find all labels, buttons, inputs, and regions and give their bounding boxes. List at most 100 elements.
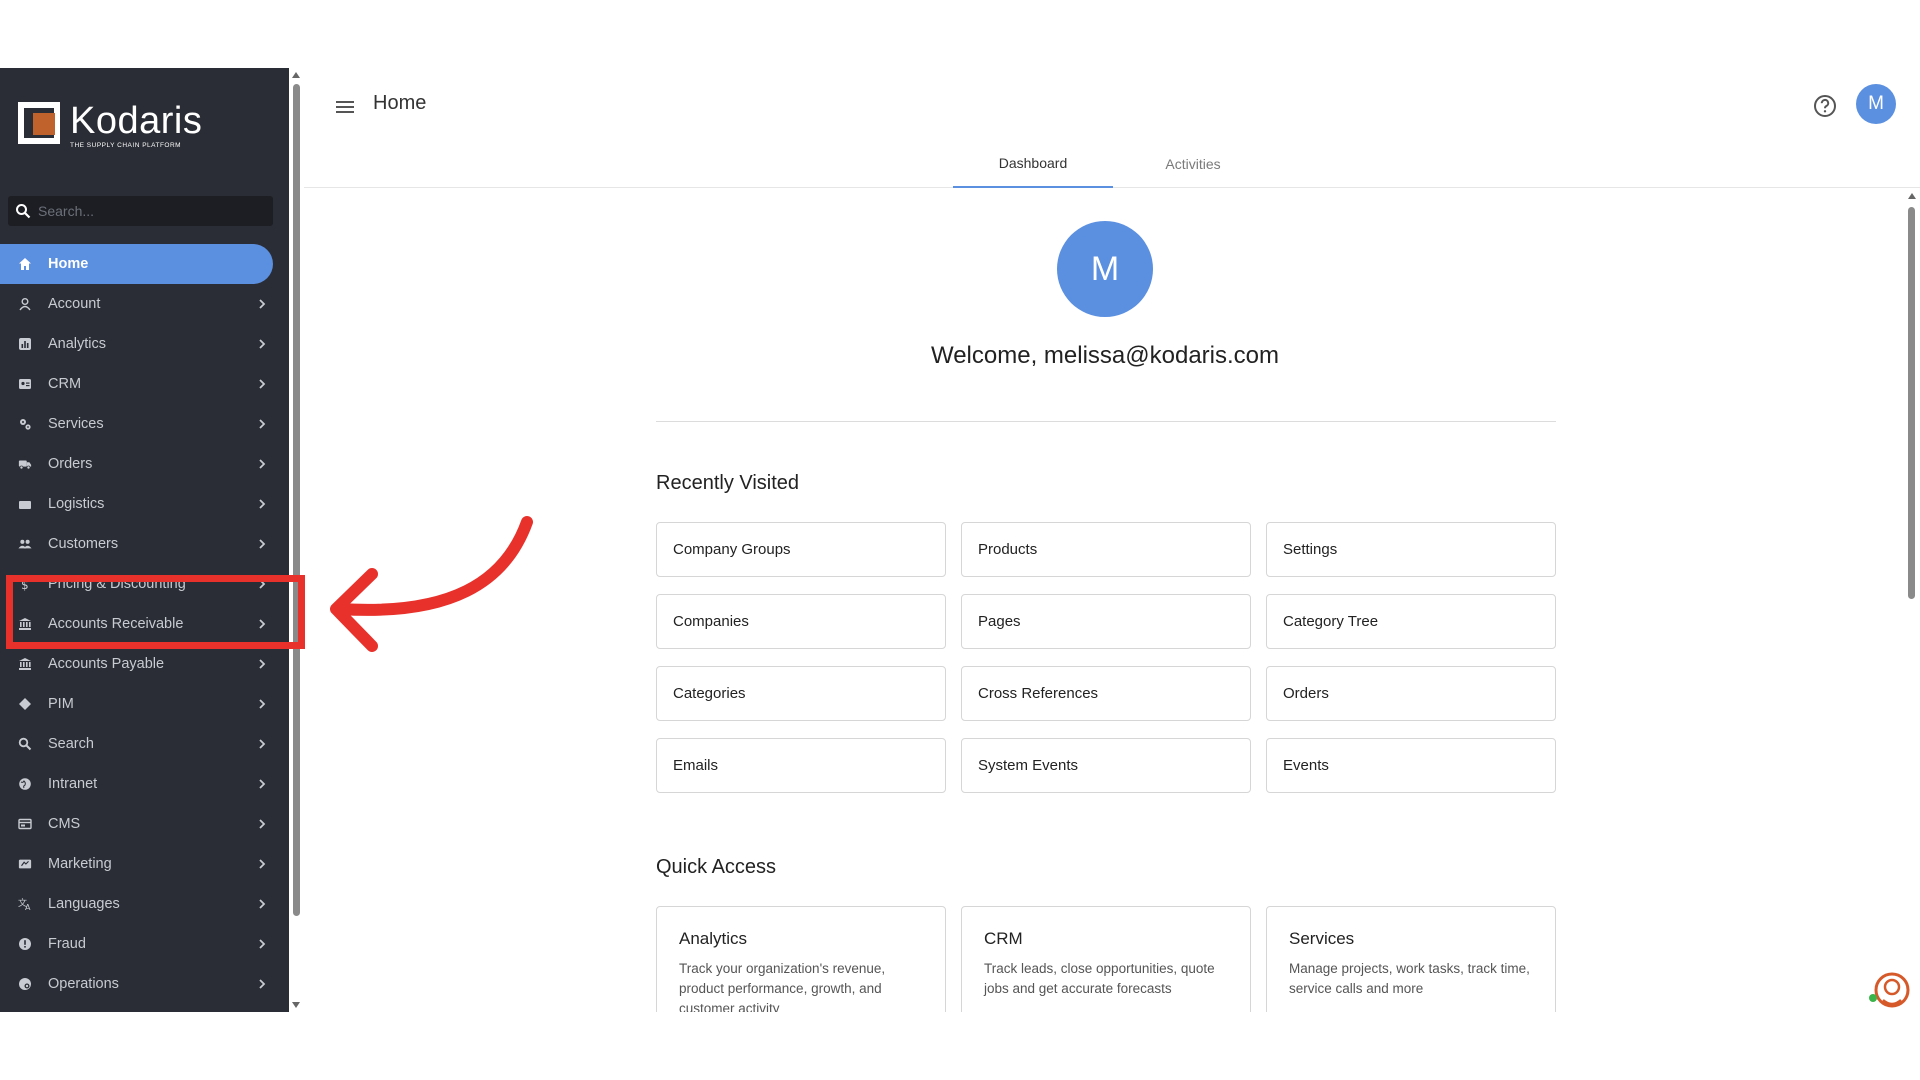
recent-card-company-groups[interactable]: Company Groups [656,522,946,577]
sidebar-item-home[interactable]: Home [0,244,273,284]
dashboard-content: M Welcome, melissa@kodaris.com Recently … [304,189,1904,1012]
chevron-right-icon [255,657,269,671]
chevron-right-icon [255,417,269,431]
operations-icon [18,977,32,991]
sidebar-item-marketing[interactable]: Marketing [0,844,289,884]
quick-access-title: Services [1289,929,1355,948]
recently-visited-heading: Recently Visited [656,472,800,494]
user-avatar[interactable]: M [1856,84,1896,124]
chevron-right-icon [255,977,269,991]
help-icon[interactable] [1811,92,1839,120]
sidebar-item-analytics[interactable]: Analytics [0,324,289,364]
svg-text:A: A [25,903,31,911]
chevron-right-icon [255,537,269,551]
sidebar-item-services[interactable]: Services [0,404,289,444]
recent-card-orders[interactable]: Orders [1266,666,1556,721]
sidebar-item-label: CMS [48,816,81,832]
sidebar-item-cms[interactable]: CMS [0,804,289,844]
topbar: Home M Dashboard Activities [304,68,1920,188]
person-icon [18,297,32,311]
divider [656,421,1556,422]
quick-access-card-analytics[interactable]: Analytics Track your organization's reven… [656,906,946,1012]
translate-icon: 文A [18,897,32,911]
recent-card-settings[interactable]: Settings [1266,522,1556,577]
chevron-right-icon [255,737,269,751]
sidebar: Kodaris THE SUPPLY CHAIN PLATFORM Home Ac… [0,68,289,1012]
sidebar-item-intranet[interactable]: Intranet [0,764,289,804]
sidebar-item-accounts-payable[interactable]: Accounts Payable [0,644,289,684]
search-icon [18,737,32,751]
main-scrollbar[interactable] [1904,189,1920,1012]
tab-dashboard[interactable]: Dashboard [953,140,1113,188]
logo-tagline: THE SUPPLY CHAIN PLATFORM [70,142,182,149]
recent-card-categories[interactable]: Categories [656,666,946,721]
scroll-down-icon[interactable] [292,1002,300,1008]
sidebar-item-logistics[interactable]: Logistics [0,484,289,524]
chevron-right-icon [255,937,269,951]
sidebar-item-label: Languages [48,896,120,912]
recent-card-products[interactable]: Products [961,522,1251,577]
sidebar-scrollbar[interactable] [289,68,304,1012]
sidebar-item-operations[interactable]: Operations [0,964,289,1004]
quick-access-card-crm[interactable]: CRM Track leads, close opportunities, quo… [961,906,1251,1012]
recent-card-category-tree[interactable]: Category Tree [1266,594,1556,649]
crm-icon [18,377,32,391]
truck-icon [18,457,32,471]
quick-access-description: Track leads, close opportunities, quote … [984,961,1215,996]
sidebar-item-label: Marketing [48,856,112,872]
globe-icon [18,777,32,791]
sidebar-item-fraud[interactable]: Fraud [0,924,289,964]
quick-access-title: CRM [984,929,1023,948]
logo-mark-icon [18,102,60,144]
sidebar-item-label: PIM [48,696,74,712]
quick-access-description: Track your organization's revenue, produ… [679,961,886,1012]
chevron-right-icon [255,457,269,471]
services-icon [18,417,32,431]
sidebar-search-input[interactable] [38,203,258,219]
tab-activities[interactable]: Activities [1113,140,1273,188]
chevron-right-icon [255,777,269,791]
sidebar-item-label: Intranet [48,776,98,792]
tab-bar: Dashboard Activities [953,140,1273,188]
marketing-icon [18,857,32,871]
profile-avatar: M [1057,221,1153,317]
sidebar-item-crm[interactable]: CRM [0,364,289,404]
sidebar-item-label: Analytics [48,336,107,352]
quick-access-card-services[interactable]: Services Manage projects, work tasks, tra… [1266,906,1556,1012]
analytics-icon [18,337,32,351]
recent-card-pages[interactable]: Pages [961,594,1251,649]
recent-card-events[interactable]: Events [1266,738,1556,793]
kodaris-logo[interactable]: Kodaris THE SUPPLY CHAIN PLATFORM [18,102,202,149]
quick-access-grid: Analytics Track your organization's reven… [656,906,1556,1012]
scrollbar-thumb[interactable] [1908,207,1915,599]
sidebar-item-label: CRM [48,376,82,392]
sidebar-item-label: Home [48,256,89,272]
page-title: Home [373,92,427,114]
sidebar-item-search[interactable]: Search [0,724,289,764]
chevron-right-icon [255,817,269,831]
alert-icon [18,937,32,951]
scrollbar-thumb[interactable] [293,84,300,916]
scroll-up-icon[interactable] [292,72,300,78]
recent-card-emails[interactable]: Emails [656,738,946,793]
sidebar-item-orders[interactable]: Orders [0,444,289,484]
sidebar-item-customers[interactable]: Customers [0,524,289,564]
chat-support-icon[interactable] [1866,968,1912,1012]
recent-card-system-events[interactable]: System Events [961,738,1251,793]
quick-access-description: Manage projects, work tasks, track time,… [1289,961,1530,996]
welcome-message: Welcome, melissa@kodaris.com [930,342,1279,369]
people-icon [18,537,32,551]
chevron-right-icon [255,857,269,871]
app-window: Kodaris THE SUPPLY CHAIN PLATFORM Home Ac… [0,68,1920,1012]
scroll-up-icon[interactable] [1908,193,1916,199]
hamburger-menu-icon[interactable] [330,92,360,122]
recent-card-cross-references[interactable]: Cross References [961,666,1251,721]
recent-card-companies[interactable]: Companies [656,594,946,649]
sidebar-item-account[interactable]: Account [0,284,289,324]
quick-access-heading: Quick Access [656,856,777,878]
sidebar-item-label: Search [48,736,94,752]
chevron-right-icon [255,697,269,711]
chevron-right-icon [255,897,269,911]
sidebar-item-languages[interactable]: 文 A Languages [0,884,289,924]
sidebar-item-pim[interactable]: PIM [0,684,289,724]
